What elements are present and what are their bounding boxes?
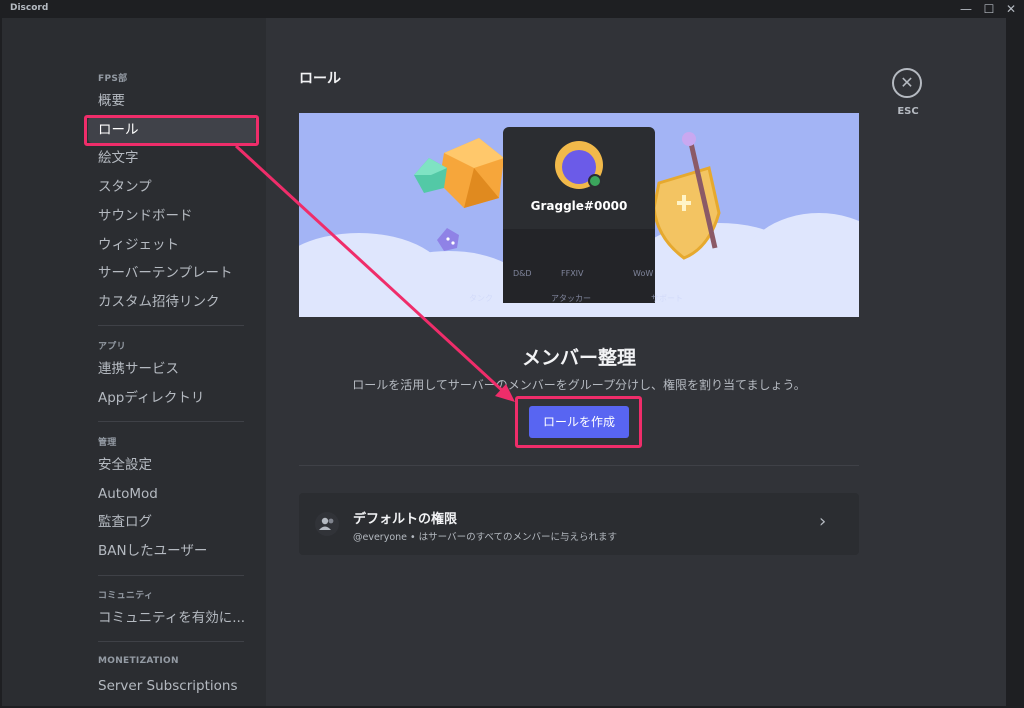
profile-username: Graggle#0000 xyxy=(531,199,628,213)
page-title: ロール xyxy=(299,71,341,87)
sidebar-item-app-directory[interactable]: Appディレクトリ xyxy=(98,388,204,408)
role-tag: WoW xyxy=(633,269,653,278)
role-tag: タンク xyxy=(469,294,493,303)
role-tag: サポート xyxy=(651,294,683,303)
close-window-button[interactable]: ✕ xyxy=(998,0,1024,18)
app-title: Discord xyxy=(10,3,49,13)
section-header-server: FPS部 xyxy=(98,74,128,84)
empty-state-description: ロールを活用してサーバーのメンバーをグループ分けし、権限を割り当てましょう。 xyxy=(352,378,806,392)
sidebar-item-automod[interactable]: AutoMod xyxy=(98,484,158,504)
sidebar-divider xyxy=(98,421,244,422)
window-edge xyxy=(1006,18,1024,708)
sidebar-divider xyxy=(98,641,244,642)
sidebar-item-widget[interactable]: ウィジェット xyxy=(98,235,179,255)
section-header-apps: アプリ xyxy=(98,342,126,352)
default-permissions-row[interactable]: デフォルトの権限 @everyone • はサーバーのすべてのメンバーに与えられ… xyxy=(299,493,859,555)
section-header-community: コミュニティ xyxy=(98,591,154,601)
role-tag: FFXIV xyxy=(561,269,584,278)
sidebar-item-audit-log[interactable]: 監査ログ xyxy=(98,512,152,532)
default-permissions-subtitle: @everyone • はサーバーのすべてのメンバーに与えられます xyxy=(353,532,618,543)
highlight-box xyxy=(84,115,259,146)
sidebar-item-integrations[interactable]: 連携サービス xyxy=(98,359,179,379)
sidebar-item-soundboard[interactable]: サウンドボード xyxy=(98,206,193,226)
section-header-moderation: 管理 xyxy=(98,438,117,448)
sidebar-item-server-template[interactable]: サーバーテンプレート xyxy=(98,263,232,283)
sidebar-divider xyxy=(98,575,244,576)
sidebar-item-safety-setup[interactable]: 安全設定 xyxy=(98,455,152,475)
members-icon xyxy=(315,512,339,536)
sidebar-item-overview[interactable]: 概要 xyxy=(98,91,125,111)
sidebar-item-stickers[interactable]: スタンプ xyxy=(98,177,152,197)
role-tag: D&D xyxy=(513,269,532,278)
sidebar-item-vanity-url[interactable]: カスタム招待リンク xyxy=(98,292,220,312)
sidebar-divider xyxy=(98,325,244,326)
role-tag: アタッカー xyxy=(551,294,591,303)
chevron-right-icon: › xyxy=(819,511,827,532)
hero-art: Graggle#0000 D&D FFXIV WoW タンク アタッカー サポー… xyxy=(299,113,859,317)
empty-state-headline: メンバー整理 xyxy=(521,347,636,369)
title-bar: Discord — ☐ ✕ xyxy=(0,0,1024,18)
content-divider xyxy=(299,465,859,466)
close-icon[interactable]: ✕ xyxy=(892,68,922,98)
esc-label: ESC xyxy=(897,106,919,117)
section-header-monetization: MONETIZATION xyxy=(98,656,179,666)
sidebar-item-server-subscriptions[interactable]: Server Subscriptions xyxy=(98,676,237,696)
highlight-box xyxy=(515,396,642,448)
sidebar-item-emoji[interactable]: 絵文字 xyxy=(98,148,139,168)
roles-hero-illustration: Graggle#0000 D&D FFXIV WoW タンク アタッカー サポー… xyxy=(299,113,859,317)
sidebar-item-bans[interactable]: BANしたユーザー xyxy=(98,541,207,561)
sidebar-item-enable-community[interactable]: コミュニティを有効に... xyxy=(98,608,245,628)
default-permissions-title: デフォルトの権限 xyxy=(353,512,458,527)
